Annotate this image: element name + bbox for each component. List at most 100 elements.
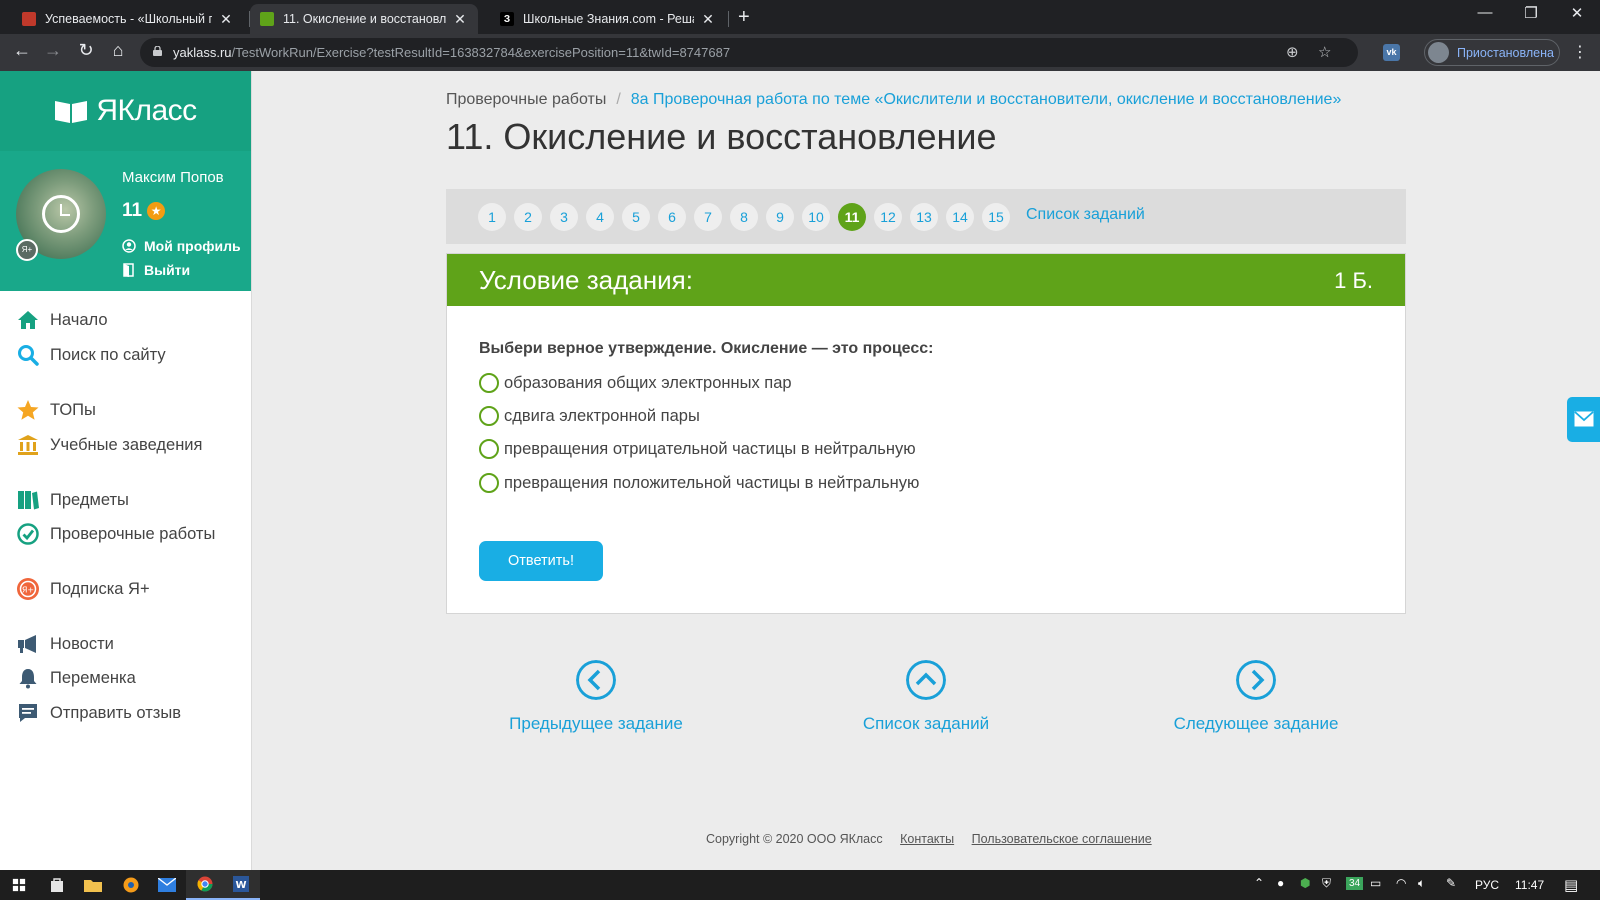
megaphone-icon <box>18 635 36 653</box>
bookmark-star-icon[interactable]: ☆ <box>1318 43 1331 61</box>
next-task-link[interactable]: Следующее задание <box>1156 660 1356 734</box>
ya-plus-icon: Я+ <box>17 578 39 600</box>
sidebar-item-feedback[interactable]: Отправить отзыв <box>16 700 181 726</box>
tab-favicon-icon <box>22 12 36 26</box>
answer-button[interactable]: Ответить! <box>479 541 603 581</box>
page-link[interactable]: 15 <box>982 203 1010 231</box>
sidebar-item-subscription[interactable]: Я+ Подписка Я+ <box>16 576 150 602</box>
page-title: 11. Окисление и восстановление <box>446 116 997 157</box>
logout-link[interactable]: Выйти <box>122 262 190 278</box>
chrome-icon[interactable] <box>186 870 224 900</box>
store-icon[interactable] <box>38 870 76 900</box>
sidebar-item-news[interactable]: Новости <box>16 631 114 657</box>
page-link[interactable]: 10 <box>802 203 830 231</box>
page-link[interactable]: 2 <box>514 203 542 231</box>
feedback-icon <box>19 704 37 722</box>
minimize-icon[interactable]: — <box>1470 4 1500 21</box>
security-shield-icon[interactable]: ⛨ <box>1322 876 1331 891</box>
footer: Copyright © 2020 ООО ЯКласс Контакты Пол… <box>706 832 1152 846</box>
svg-text:Я+: Я+ <box>22 586 34 595</box>
radio-button[interactable] <box>479 473 499 493</box>
home-button-icon[interactable]: ⌂ <box>105 40 131 61</box>
page-link[interactable]: 14 <box>946 203 974 231</box>
page-link[interactable]: 7 <box>694 203 722 231</box>
sidebar-item-tops[interactable]: ТОПы <box>16 397 96 423</box>
prev-task-link[interactable]: Предыдущее задание <box>496 660 696 734</box>
user-score: 11 ★ <box>122 200 166 222</box>
action-center-icon[interactable]: ▤ <box>1564 876 1578 894</box>
page-link-current[interactable]: 11 <box>838 203 866 231</box>
start-menu-icon[interactable] <box>0 870 38 900</box>
new-tab-icon[interactable]: + <box>738 6 750 29</box>
browser-tab-grades[interactable]: Успеваемость - «Школьный пор ✕ <box>12 4 244 34</box>
install-app-icon[interactable]: ⊕ <box>1286 43 1299 61</box>
chevron-right-icon <box>1236 660 1276 700</box>
vk-extension-icon[interactable]: vk <box>1383 44 1400 61</box>
close-window-icon[interactable]: ✕ <box>1562 4 1592 22</box>
sidebar-item-schools[interactable]: Учебные заведения <box>16 432 202 458</box>
logout-label: Выйти <box>144 262 191 278</box>
task-list-nav-link[interactable]: Список заданий <box>826 660 1026 734</box>
page-link[interactable]: 8 <box>730 203 758 231</box>
battery-icon[interactable]: ▭ <box>1370 876 1381 890</box>
browser-app-icon[interactable] <box>112 870 150 900</box>
sidebar-item-search[interactable]: Поиск по сайту <box>16 342 166 368</box>
file-explorer-icon[interactable] <box>74 870 112 900</box>
user-name[interactable]: Максим Попов <box>122 169 224 186</box>
radio-button[interactable] <box>479 373 499 393</box>
my-profile-link[interactable]: Мой профиль <box>122 238 241 254</box>
page-link[interactable]: 4 <box>586 203 614 231</box>
breadcrumb-test-link[interactable]: 8а Проверочная работа по теме «Окислител… <box>631 91 1342 108</box>
word-icon[interactable]: W <box>222 870 260 900</box>
contacts-link[interactable]: Контакты <box>900 832 954 846</box>
page-link[interactable]: 3 <box>550 203 578 231</box>
sidebar-item-subjects[interactable]: Предметы <box>16 487 129 513</box>
answer-option[interactable]: превращения отрицательной частицы в нейт… <box>479 439 916 459</box>
tray-chevron-icon[interactable]: ⌃ <box>1254 876 1264 890</box>
volume-icon[interactable]: 🔈︎ <box>1418 876 1425 891</box>
mail-icon[interactable] <box>148 870 186 900</box>
page-link[interactable]: 1 <box>478 203 506 231</box>
tray-app-icon[interactable]: ● <box>1277 876 1284 890</box>
sidebar-item-home[interactable]: Начало <box>16 307 108 333</box>
profile-paused-button[interactable]: Приостановлена <box>1424 39 1560 66</box>
tab-title: Школьные Знания.com - Решае <box>523 12 694 26</box>
pen-icon[interactable]: ✎ <box>1446 876 1456 890</box>
language-indicator[interactable]: РУС <box>1475 878 1499 892</box>
answer-option[interactable]: сдвига электронной пары <box>479 406 700 426</box>
back-arrow-icon[interactable]: ← <box>9 40 35 61</box>
site-logo[interactable]: ЯКласс <box>0 71 251 151</box>
feedback-tab[interactable] <box>1567 397 1600 442</box>
forward-arrow-icon[interactable]: → <box>40 40 66 61</box>
reload-icon[interactable]: ↻ <box>73 40 99 61</box>
answer-option[interactable]: образования общих электронных пар <box>479 373 792 393</box>
page-link[interactable]: 13 <box>910 203 938 231</box>
task-header-title: Условие задания: <box>479 265 693 295</box>
notification-count-badge[interactable]: 34 <box>1346 877 1364 890</box>
browser-tab-exercise[interactable]: 11. Окисление и восстановлени ✕ <box>250 4 478 34</box>
close-tab-icon[interactable]: ✕ <box>700 11 716 28</box>
task-list-link[interactable]: Список заданий <box>1026 206 1145 224</box>
browser-menu-icon[interactable]: ⋮ <box>1572 42 1588 62</box>
page-link[interactable]: 12 <box>874 203 902 231</box>
sidebar-item-break[interactable]: Переменка <box>16 665 136 691</box>
radio-button[interactable] <box>479 406 499 426</box>
radio-button[interactable] <box>479 439 499 459</box>
close-tab-icon[interactable]: ✕ <box>218 11 234 28</box>
check-circle-icon <box>17 523 39 545</box>
wifi-icon[interactable]: ◠ <box>1396 876 1406 890</box>
clock-text[interactable]: 11:47 <box>1515 878 1544 892</box>
user-agreement-link[interactable]: Пользовательское соглашение <box>972 832 1152 846</box>
answer-option[interactable]: превращения положительной частицы в нейт… <box>479 473 919 493</box>
sidebar-item-tests[interactable]: Проверочные работы <box>16 521 215 547</box>
page-link[interactable]: 6 <box>658 203 686 231</box>
breadcrumb-tests-link[interactable]: Проверочные работы <box>446 91 606 108</box>
page-link[interactable]: 9 <box>766 203 794 231</box>
restore-icon[interactable]: ❐ <box>1516 4 1546 22</box>
browser-tab-znania[interactable]: З Школьные Знания.com - Решае ✕ <box>490 4 726 34</box>
question-text: Выбери верное утверждение. Окисление — э… <box>479 340 934 357</box>
address-bar[interactable]: yaklass.ru/TestWorkRun/Exercise?testResu… <box>140 38 1358 67</box>
defender-shield-icon[interactable]: ⬢ <box>1300 876 1310 890</box>
page-link[interactable]: 5 <box>622 203 650 231</box>
close-tab-icon[interactable]: ✕ <box>452 11 468 28</box>
